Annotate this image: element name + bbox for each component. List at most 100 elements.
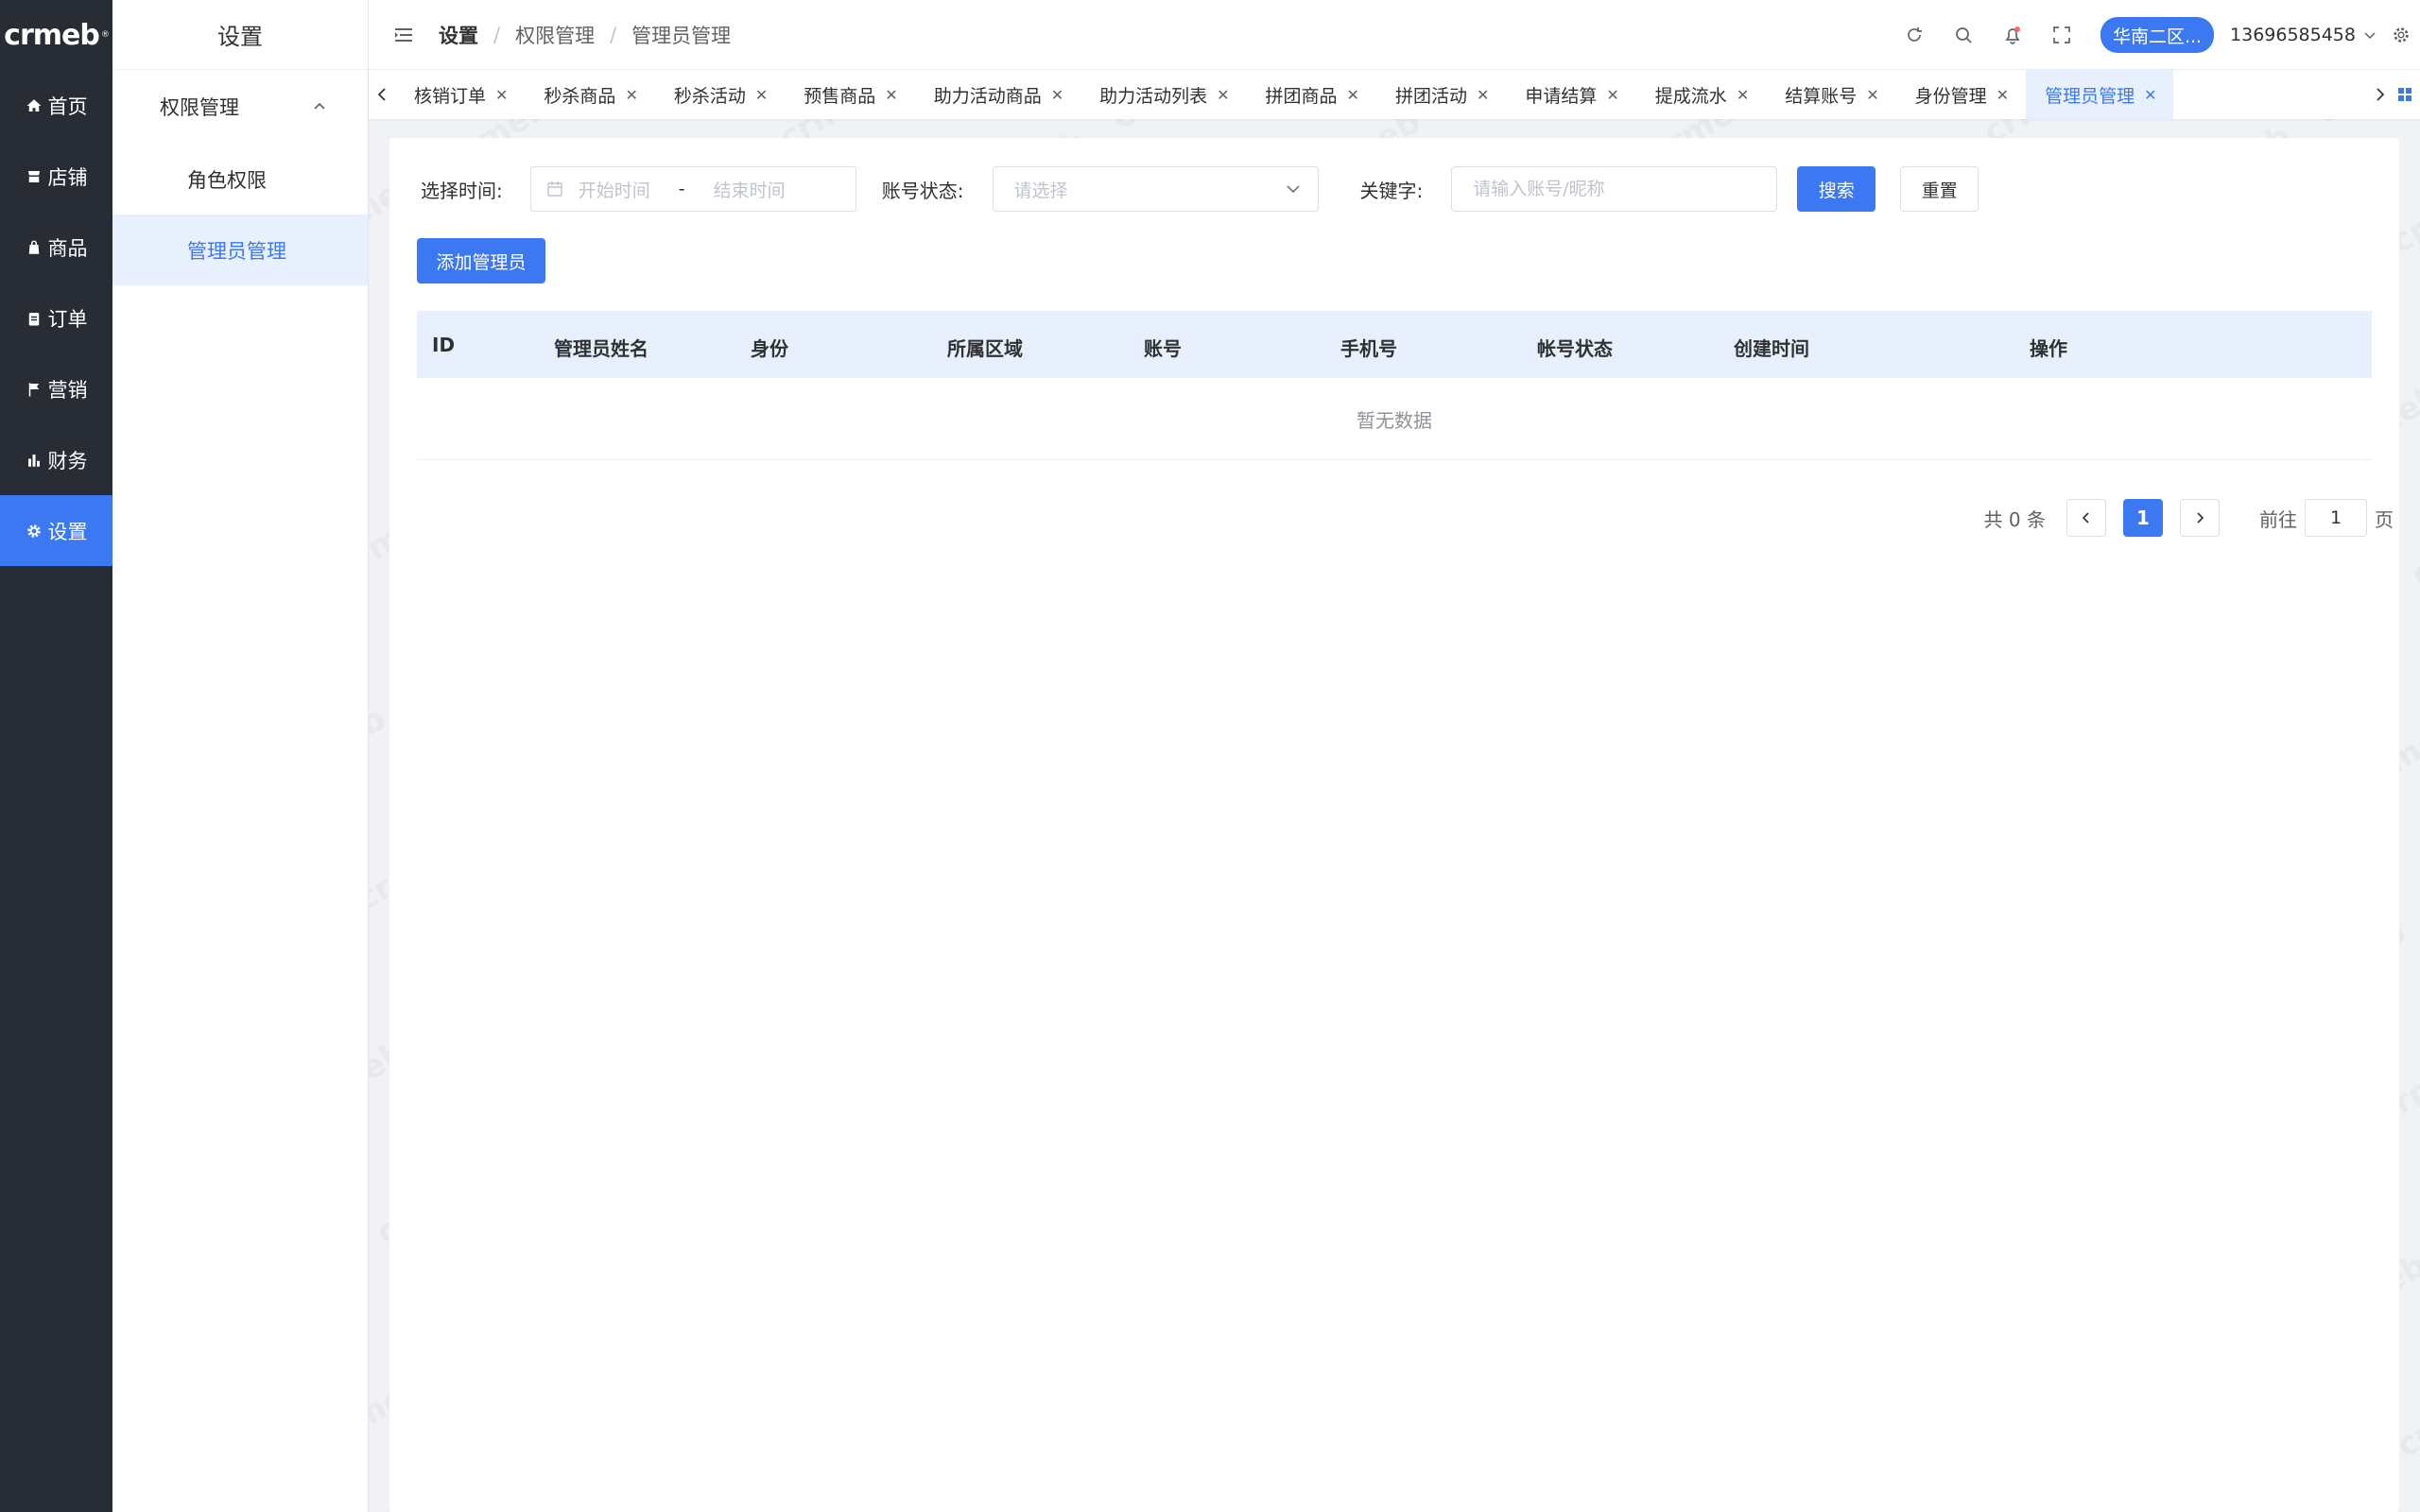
tab-item-active[interactable]: 管理员管理 ✕ (2026, 70, 2174, 119)
breadcrumb-item[interactable]: 设置 (439, 21, 478, 49)
fullscreen-icon[interactable] (2051, 25, 2072, 45)
search-icon[interactable] (1953, 25, 1974, 45)
rail-item-orders[interactable]: 订单 (0, 283, 112, 353)
tab-item[interactable]: 结算账号 ✕ (1766, 70, 1895, 119)
rail-item-marketing[interactable]: 营销 (0, 353, 112, 424)
tab-item[interactable]: 申请结算 ✕ (1506, 70, 1635, 119)
tab-item[interactable]: 秒杀活动 ✕ (655, 70, 785, 119)
rail-item-settings[interactable]: 设置 (0, 495, 112, 566)
page-suffix: 页 (2375, 507, 2394, 531)
rail-item-label: 营销 (47, 378, 88, 402)
tab-label: 预售商品 (804, 85, 876, 107)
close-icon[interactable]: ✕ (1996, 86, 2009, 104)
tab-item[interactable]: 提成流水 ✕ (1636, 70, 1766, 119)
tab-item[interactable]: 秒杀商品 ✕ (525, 70, 654, 119)
tab-label: 管理员管理 (2045, 85, 2135, 107)
tab-item[interactable]: 助力活动列表 ✕ (1080, 70, 1246, 119)
brand-logo[interactable]: crmeb ® (0, 0, 112, 70)
column-header-id: ID (432, 334, 456, 356)
goto-label: 前往 (2259, 507, 2297, 531)
tab-item[interactable]: 核销订单 ✕ (395, 70, 525, 119)
column-header-role: 身份 (751, 337, 788, 360)
goto-page-input[interactable] (2305, 499, 2367, 537)
chevron-down-icon (2364, 32, 2376, 40)
rail-item-label: 首页 (47, 94, 88, 118)
close-icon[interactable]: ✕ (1606, 86, 1618, 104)
rail-item-label: 设置 (47, 520, 88, 543)
user-menu[interactable]: 13696585458 (2230, 25, 2377, 45)
chevron-right-icon (2377, 88, 2385, 101)
home-icon (26, 98, 41, 112)
chevron-left-icon (2082, 512, 2089, 524)
column-header-actions: 操作 (2030, 337, 2067, 360)
rail-item-products[interactable]: 商品 (0, 212, 112, 283)
breadcrumb-item[interactable]: 权限管理 (515, 21, 595, 49)
tabs-scroll-left-button[interactable] (369, 70, 395, 119)
rail-item-label: 订单 (47, 307, 88, 331)
tab-item[interactable]: 拼团活动 ✕ (1376, 70, 1506, 119)
date-range-picker[interactable]: 开始时间 - 结束时间 (529, 166, 856, 212)
bell-icon[interactable] (2002, 25, 2023, 45)
chevron-left-icon (377, 88, 386, 101)
keyword-input[interactable] (1451, 166, 1778, 212)
menu-toggle-icon[interactable] (393, 25, 414, 45)
column-header-region: 所属区域 (947, 337, 1023, 360)
submenu-item-role-permissions[interactable]: 角色权限 (112, 144, 368, 215)
tabs-scroll-right-button[interactable] (2367, 70, 2394, 119)
close-icon[interactable]: ✕ (1866, 86, 1878, 104)
submenu-group-permissions[interactable]: 权限管理 (112, 70, 368, 144)
column-header-created-at: 创建时间 (1734, 337, 1809, 360)
tab-label: 身份管理 (1914, 85, 1987, 107)
breadcrumb-item: 管理员管理 (631, 24, 732, 47)
reset-button[interactable]: 重置 (1900, 166, 1979, 212)
chevron-up-icon (314, 102, 325, 110)
tab-label: 秒杀商品 (544, 85, 616, 107)
secondary-sidebar: 设置 权限管理 角色权限 管理员管理 (112, 0, 369, 1512)
refresh-icon[interactable] (1904, 25, 1925, 45)
gear-icon (26, 524, 41, 538)
rail-item-finance[interactable]: 财务 (0, 424, 112, 495)
tabs-menu-button[interactable] (2394, 70, 2416, 119)
header-actions: 华南二区... 13696585458 (1876, 0, 2420, 70)
prev-page-button[interactable] (2066, 499, 2106, 537)
breadcrumb-separator: / (610, 23, 617, 46)
rail-item-label: 店铺 (47, 165, 88, 189)
time-filter-label: 选择时间: (421, 179, 503, 202)
close-icon[interactable]: ✕ (885, 86, 897, 104)
close-icon[interactable]: ✕ (495, 86, 508, 104)
next-page-button[interactable] (2180, 499, 2220, 537)
tab-label: 提成流水 (1654, 85, 1727, 107)
close-icon[interactable]: ✕ (1347, 86, 1359, 104)
close-icon[interactable]: ✕ (625, 86, 637, 104)
search-button[interactable]: 搜索 (1797, 166, 1876, 212)
flag-icon (28, 382, 39, 396)
region-selector-button[interactable]: 华南二区... (2100, 17, 2215, 53)
submenu-item-admin-management[interactable]: 管理员管理 (112, 215, 368, 285)
add-admin-button[interactable]: 添加管理员 (417, 238, 545, 284)
status-select[interactable]: 请选择 (992, 166, 1319, 212)
rail-item-store[interactable]: 店铺 (0, 141, 112, 212)
tab-item[interactable]: 身份管理 ✕ (1896, 70, 2026, 119)
pagination: 共 0 条 1 前往 页 (1984, 499, 2394, 537)
tab-label: 助力活动列表 (1099, 85, 1208, 107)
chevron-down-icon (1286, 185, 1300, 194)
rail-item-home[interactable]: 首页 (0, 70, 112, 141)
end-date-placeholder[interactable]: 结束时间 (714, 177, 786, 202)
close-icon[interactable]: ✕ (1217, 86, 1229, 104)
main-content-card: 选择时间: 开始时间 - 结束时间 账号状态: 请选择 关键字: 搜索 重置 添… (389, 138, 2399, 1512)
tab-item[interactable]: 预售商品 ✕ (785, 70, 914, 119)
tab-item[interactable]: 拼团商品 ✕ (1247, 70, 1376, 119)
tab-label: 结算账号 (1785, 85, 1858, 107)
tab-item[interactable]: 助力活动商品 ✕ (915, 70, 1080, 119)
close-icon[interactable]: ✕ (1477, 86, 1489, 104)
settings-gear-icon[interactable] (2392, 26, 2411, 44)
page-number-current[interactable]: 1 (2123, 499, 2163, 537)
table-header-row: ID 管理员姓名 身份 所属区域 账号 手机号 帐号状态 创建时间 操作 (417, 311, 2372, 378)
close-icon[interactable]: ✕ (755, 86, 768, 104)
close-icon[interactable]: ✕ (1737, 86, 1749, 104)
close-icon[interactable]: ✕ (1051, 86, 1063, 104)
rail-item-label: 财务 (47, 449, 88, 472)
tabs-bar: 核销订单 ✕ 秒杀商品 ✕ 秒杀活动 ✕ 预售商品 ✕ 助力活动商品 ✕ 助力活动列表 ✕ … (369, 70, 2420, 119)
close-icon[interactable]: ✕ (2144, 86, 2156, 104)
start-date-placeholder[interactable]: 开始时间 (579, 177, 650, 202)
